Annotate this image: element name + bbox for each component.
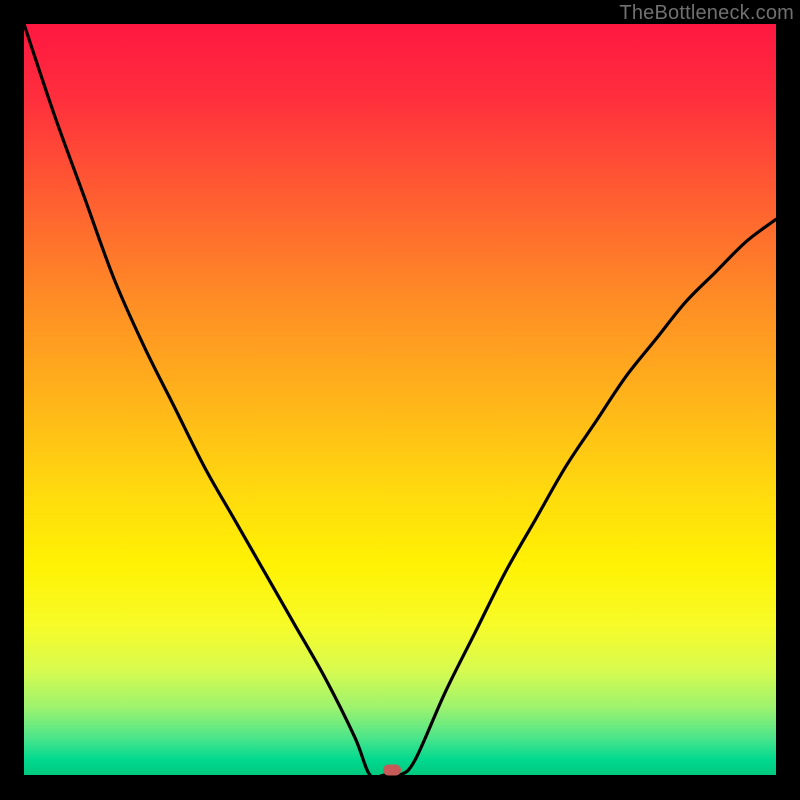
min-marker [383,765,401,776]
watermark-text: TheBottleneck.com [619,2,794,25]
plot-area [24,24,776,775]
curve-path [24,24,776,775]
chart-frame: TheBottleneck.com [0,0,800,800]
bottleneck-curve [24,24,776,775]
